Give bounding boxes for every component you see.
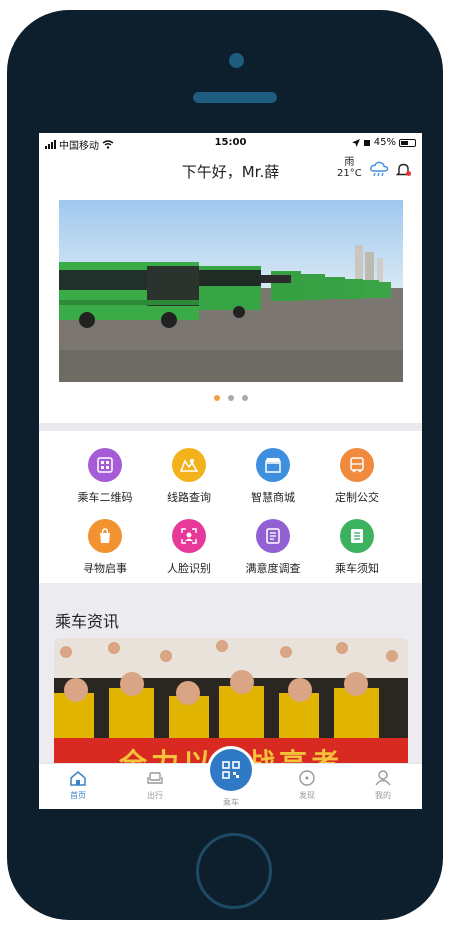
survey-icon bbox=[256, 519, 290, 553]
alarm-icon bbox=[363, 139, 370, 146]
face-recognition-icon bbox=[172, 519, 206, 553]
app-header: 下午好，Mr.薛 雨 21°C bbox=[39, 157, 422, 187]
service-label: 线路查询 bbox=[167, 491, 211, 504]
user-icon bbox=[375, 770, 391, 786]
home-button[interactable] bbox=[196, 833, 272, 909]
weather-temperature: 21°C bbox=[337, 168, 362, 179]
service-face-recognition[interactable]: 人脸识别 bbox=[149, 519, 229, 576]
qr-scan-icon bbox=[222, 761, 240, 779]
app-screen: 中国移动 15:00 45% 下午好，Mr.薛 雨 21°C 乘车二维码 线路查… bbox=[39, 133, 422, 809]
lost-found-icon bbox=[88, 519, 122, 553]
rain-cloud-icon[interactable] bbox=[369, 161, 389, 179]
service-smart-mall[interactable]: 智慧商城 bbox=[233, 448, 313, 505]
tab-label: 乘车 bbox=[223, 798, 239, 807]
tab-label: 出行 bbox=[147, 791, 163, 800]
battery-icon bbox=[399, 138, 416, 147]
service-label: 智慧商城 bbox=[251, 491, 295, 504]
compass-icon bbox=[299, 770, 315, 786]
service-ride-notice[interactable]: 乘车须知 bbox=[317, 519, 397, 576]
tab-home[interactable]: 首页 bbox=[53, 770, 103, 801]
section-divider bbox=[39, 423, 422, 431]
carousel-dot[interactable] bbox=[241, 395, 248, 401]
greeting-text: 下午好，Mr.薛 bbox=[181, 163, 280, 181]
tab-label: 发现 bbox=[299, 791, 315, 800]
speaker-slot bbox=[193, 92, 277, 103]
bus-icon bbox=[340, 448, 374, 482]
carousel-indicator bbox=[39, 395, 422, 401]
bell-icon[interactable] bbox=[396, 162, 412, 178]
news-section-title: 乘车资讯 bbox=[55, 612, 120, 631]
tab-discover[interactable]: 发现 bbox=[282, 770, 332, 801]
map-route-icon bbox=[172, 448, 206, 482]
service-label: 定制公交 bbox=[335, 491, 379, 504]
notice-icon bbox=[340, 519, 374, 553]
service-satisfaction-survey[interactable]: 满意度调查 bbox=[233, 519, 313, 576]
service-route-query[interactable]: 线路查询 bbox=[149, 448, 229, 505]
tab-label: 我的 bbox=[375, 791, 391, 800]
sofa-icon bbox=[147, 772, 163, 784]
shop-icon bbox=[256, 448, 290, 482]
carousel-dot[interactable] bbox=[213, 395, 220, 401]
ride-qr-button[interactable] bbox=[210, 749, 252, 791]
service-label: 满意度调查 bbox=[245, 562, 301, 575]
service-label: 人脸识别 bbox=[167, 562, 211, 575]
service-qr-code[interactable]: 乘车二维码 bbox=[65, 448, 145, 505]
service-lost-found[interactable]: 寻物启事 bbox=[65, 519, 145, 576]
tab-travel[interactable]: 出行 bbox=[130, 770, 180, 801]
weather-condition: 雨 bbox=[344, 157, 355, 168]
service-custom-bus[interactable]: 定制公交 bbox=[317, 448, 397, 505]
carousel-dot[interactable] bbox=[227, 395, 234, 401]
camera-dot bbox=[229, 53, 244, 68]
location-arrow-icon bbox=[351, 138, 360, 147]
status-bar: 中国移动 15:00 45% bbox=[39, 133, 422, 153]
tab-mine[interactable]: 我的 bbox=[358, 770, 408, 801]
home-icon bbox=[70, 771, 86, 786]
battery-percent: 45% bbox=[373, 137, 396, 148]
weather-widget[interactable]: 雨 21°C bbox=[337, 157, 362, 179]
service-label: 乘车须知 bbox=[335, 562, 379, 575]
tab-label: 首页 bbox=[70, 791, 86, 800]
service-label: 寻物启事 bbox=[83, 562, 127, 575]
bus-fleet-image bbox=[59, 200, 403, 382]
qr-code-icon bbox=[88, 448, 122, 482]
banner-carousel[interactable] bbox=[59, 200, 403, 382]
service-label: 乘车二维码 bbox=[77, 491, 133, 504]
